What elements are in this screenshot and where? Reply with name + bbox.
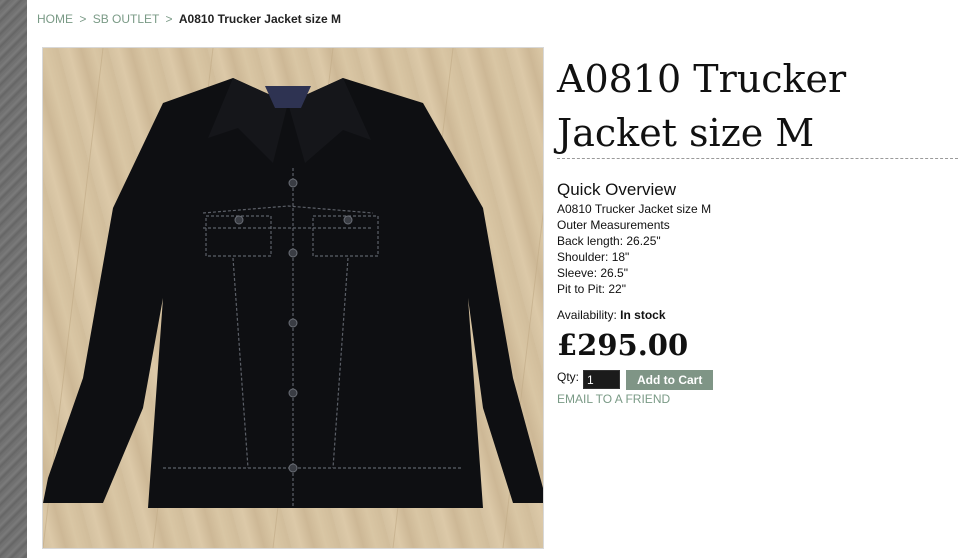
description-line: Outer Measurements <box>557 218 670 232</box>
add-to-cart-form: Qty: Add to Cart <box>557 370 714 390</box>
availability-label: Availability: <box>557 308 617 322</box>
title-divider <box>557 158 958 159</box>
page: HOME > SB OUTLET > A0810 Trucker Jacket … <box>27 0 958 558</box>
product-description: A0810 Trucker Jacket size M Outer Measur… <box>557 201 711 297</box>
breadcrumb-category-link[interactable]: SB OUTLET <box>93 12 159 26</box>
availability-status: In stock <box>620 308 666 322</box>
description-line: Sleeve: 26.5" <box>557 266 628 280</box>
qty-label: Qty: <box>557 370 580 384</box>
qty-input[interactable] <box>583 370 621 389</box>
add-to-cart-button[interactable]: Add to Cart <box>626 370 714 390</box>
quick-overview-heading: Quick Overview <box>557 180 677 199</box>
availability: Availability: In stock <box>557 308 666 322</box>
product-price: £295.00 <box>557 328 689 362</box>
email-to-friend-link[interactable]: EMAIL TO A FRIEND <box>557 392 670 406</box>
breadcrumb-current: A0810 Trucker Jacket size M <box>178 12 341 26</box>
breadcrumb: HOME > SB OUTLET > A0810 Trucker Jacket … <box>37 12 341 26</box>
description-line: Shoulder: 18" <box>557 250 630 264</box>
breadcrumb-separator: > <box>79 12 87 26</box>
jacket-illustration <box>43 48 543 548</box>
product-title: A0810 Trucker Jacket size M <box>557 57 847 155</box>
breadcrumb-home-link[interactable]: HOME <box>37 12 73 26</box>
breadcrumb-separator: > <box>165 12 173 26</box>
description-line: A0810 Trucker Jacket size M <box>557 202 712 216</box>
description-line: Pit to Pit: 22" <box>557 282 626 296</box>
description-line: Back length: 26.25" <box>557 234 661 248</box>
product-image[interactable] <box>42 47 544 549</box>
